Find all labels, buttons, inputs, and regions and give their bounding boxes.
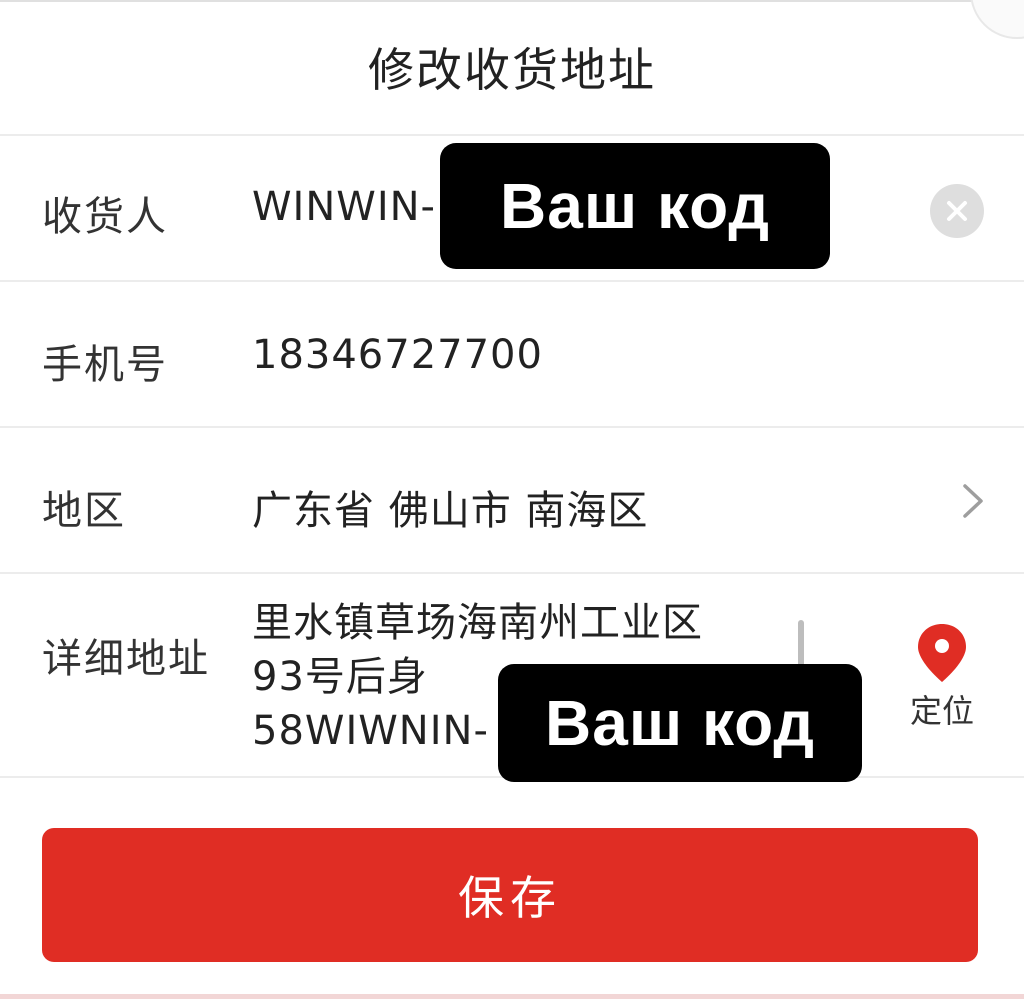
region-row[interactable]: 地区 广东省 佛山市 南海区 [0,428,1024,574]
bottom-border [0,994,1024,999]
phone-row: 手机号 18346727700 [0,282,1024,428]
locate-button[interactable]: 定位 [900,622,984,732]
clear-receiver-button[interactable] [930,184,984,238]
map-pin-icon [918,624,966,682]
phone-label: 手机号 [42,342,168,388]
code-overlay-badge: Ваш код [498,664,862,782]
code-overlay-badge: Ваш код [440,143,830,269]
receiver-label: 收货人 [42,194,168,240]
page-header: 修改收货地址 [0,0,1024,136]
chevron-right-icon[interactable] [955,474,995,528]
address-line-1: 里水镇草场海南州工业区 [252,600,703,646]
close-icon [947,201,967,221]
address-label: 详细地址 [42,636,210,682]
phone-input[interactable]: 18346727700 [252,332,543,378]
region-value[interactable]: 广东省 佛山市 南海区 [252,478,648,536]
locate-label: 定位 [909,692,974,730]
save-button[interactable]: 保存 [42,828,978,962]
receiver-input[interactable]: WINWIN- [252,184,436,230]
page-title: 修改收货地址 [368,43,656,97]
region-label: 地区 [42,488,126,534]
textarea-scrollbar[interactable] [798,620,804,668]
